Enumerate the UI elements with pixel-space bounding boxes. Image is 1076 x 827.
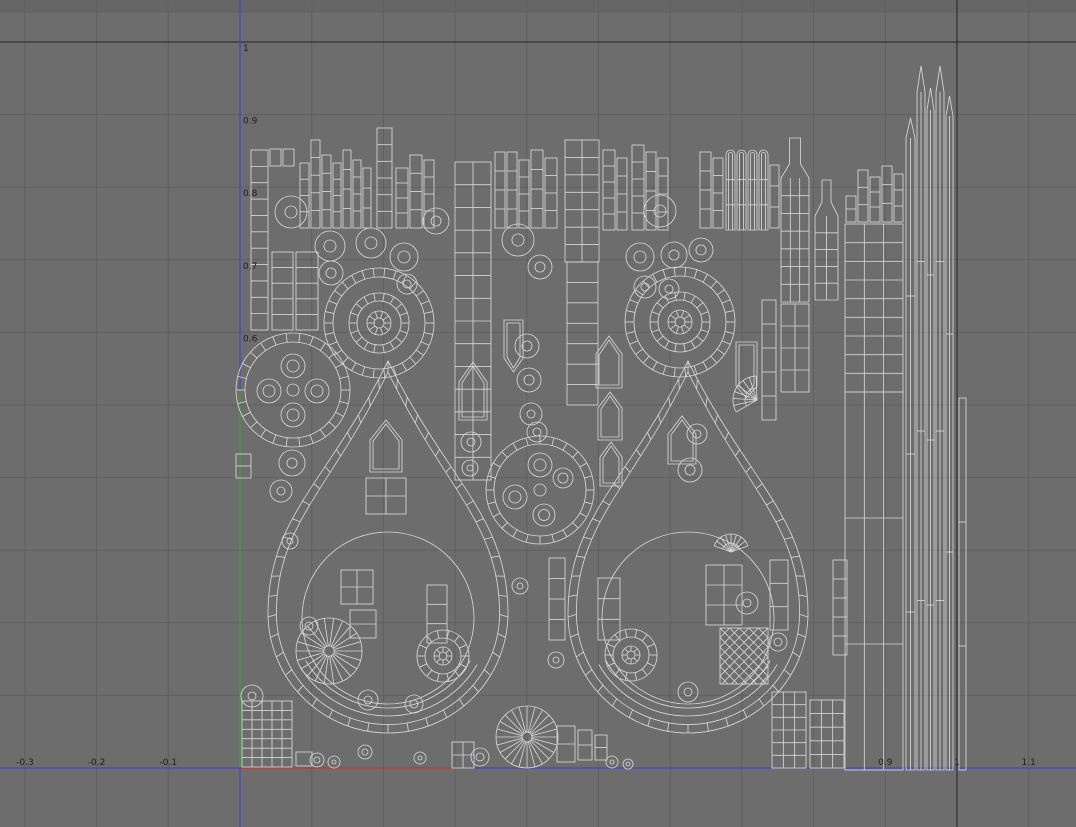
axis-label-u-1: 1 [954, 758, 960, 768]
axis-label-v-0.6: 0.6 [243, 334, 258, 344]
axis-label-v-0.8: 0.8 [243, 189, 258, 199]
axis-label-u--0.3: -0.3 [16, 758, 34, 768]
axis-label-v-0.9: 0.9 [243, 117, 258, 127]
axis-label-u--0.2: -0.2 [88, 758, 106, 768]
axis-label-v-0.7: 0.7 [243, 262, 257, 272]
axis-label-v-1: 1 [243, 44, 249, 54]
uv-editor-canvas[interactable]: -0.3 -0.2 -0.1 0.9 1 1.1 1 0.9 0.8 0.7 0.6 [0, 0, 1076, 827]
axis-label-u-0.9: 0.9 [878, 758, 893, 768]
axis-label-u-1.1: 1.1 [1022, 758, 1036, 768]
axis-label-u--0.1: -0.1 [160, 758, 178, 768]
uv-editor-viewport: -0.3 -0.2 -0.1 0.9 1 1.1 1 0.9 0.8 0.7 0.6 [0, 0, 1076, 827]
